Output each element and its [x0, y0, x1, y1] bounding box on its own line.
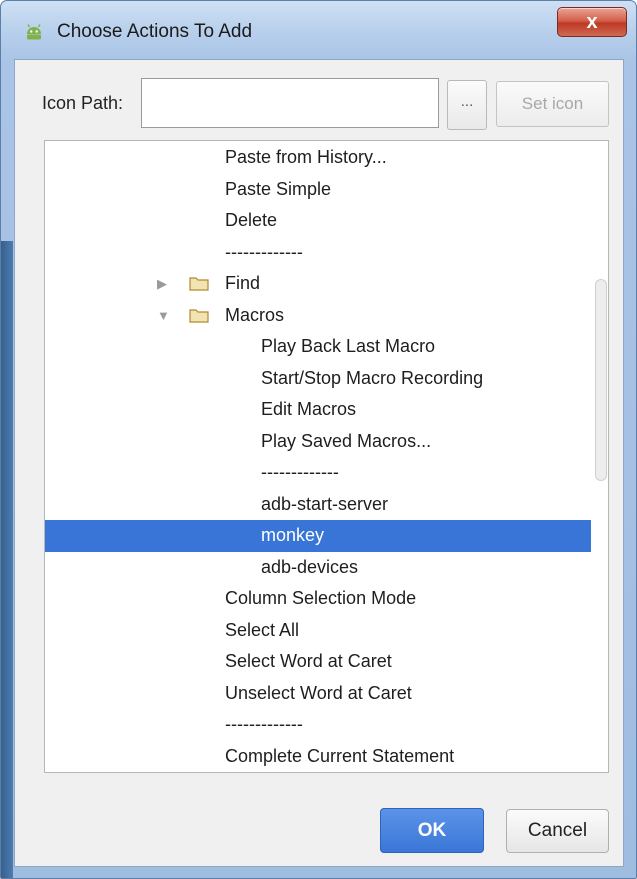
- cancel-button[interactable]: Cancel: [506, 809, 609, 853]
- tree-action-row[interactable]: Play Saved Macros...: [45, 426, 591, 458]
- tree-row-label: Play Back Last Macro: [261, 336, 436, 356]
- tree-row-label: Paste from History...: [225, 147, 387, 167]
- tree-row-label: Complete Current Statement: [225, 745, 455, 766]
- window-title: Choose Actions To Add: [57, 21, 253, 42]
- tree-action-row[interactable]: Paste from History...: [45, 142, 591, 174]
- tree-action-row[interactable]: Start/Stop Macro Recording: [45, 363, 591, 395]
- tree-folder-row[interactable]: ▶ Find: [45, 268, 591, 300]
- set-icon-button[interactable]: Set icon: [496, 81, 609, 127]
- ok-button[interactable]: OK: [380, 808, 484, 853]
- folder-icon: [189, 308, 209, 323]
- tree-folder-row[interactable]: ▼ Macros: [45, 300, 591, 332]
- tree-row-label: monkey: [261, 525, 325, 545]
- tree-action-row[interactable]: -------------: [45, 709, 591, 741]
- tree-row-label: adb-devices: [261, 556, 359, 577]
- android-robot-icon: [27, 24, 41, 40]
- tree-action-row[interactable]: Select Word at Caret: [45, 646, 591, 678]
- tree-action-row[interactable]: -------------: [45, 457, 591, 489]
- tree-row-label: adb-start-server: [261, 493, 389, 514]
- tree-action-row[interactable]: adb-start-server: [45, 489, 591, 521]
- tree-action-row[interactable]: Play Back Last Macro: [45, 331, 591, 363]
- scrollbar-thumb[interactable]: [595, 279, 607, 481]
- tree-action-row[interactable]: Paste Simple: [45, 174, 591, 206]
- tree-row-label: Unselect Word at Caret: [225, 682, 412, 703]
- tree-row-label: Select All: [225, 619, 300, 640]
- browse-button[interactable]: ...: [447, 80, 487, 130]
- tree-action-row[interactable]: Unselect Word at Caret: [45, 678, 591, 710]
- icon-path-label: Icon Path:: [42, 93, 124, 113]
- tree-action-row[interactable]: -------------: [45, 237, 591, 269]
- tree-row-label: Start/Stop Macro Recording: [261, 367, 484, 388]
- tree-row-label: Edit Macros: [261, 399, 357, 419]
- expand-arrow-icon[interactable]: ▼: [157, 300, 170, 331]
- tree-action-row[interactable]: adb-devices: [45, 552, 591, 584]
- tree-row-label: Find: [225, 273, 261, 293]
- collapse-arrow-icon[interactable]: ▶: [157, 268, 167, 299]
- tree-row-label: Delete: [225, 210, 278, 230]
- tree-row-label: -------------: [225, 241, 303, 262]
- close-icon: x: [586, 10, 598, 33]
- tree-row-label: -------------: [261, 462, 339, 482]
- tree-action-row[interactable]: Column Selection Mode: [45, 583, 591, 615]
- tree-action-row[interactable]: Complete Current Statement: [45, 741, 591, 773]
- tree-row-label: Paste Simple: [225, 178, 332, 199]
- tree-row-label: Play Saved Macros...: [261, 430, 432, 451]
- tree-row-label: Column Selection Mode: [225, 588, 417, 608]
- tree-row-label: Select Word at Caret: [225, 651, 392, 671]
- tree-action-row[interactable]: Edit Macros: [45, 394, 591, 426]
- close-button[interactable]: x: [557, 7, 627, 37]
- folder-icon: [189, 277, 209, 291]
- dialog-window: Choose Actions To Add x Icon Path: ... S…: [0, 0, 637, 879]
- icon-path-input[interactable]: [141, 78, 439, 128]
- actions-tree[interactable]: Paste from History... Paste Simple Delete -…: [44, 140, 609, 773]
- tree-action-row[interactable]: monkey: [45, 520, 591, 552]
- dialog-content: Icon Path: ... Set icon Paste from Histo…: [14, 59, 624, 867]
- title-bar[interactable]: Choose Actions To Add x: [1, 1, 636, 59]
- tree-row-label: -------------: [225, 714, 303, 734]
- tree-action-row[interactable]: Delete: [45, 205, 591, 237]
- tree-action-row[interactable]: Select All: [45, 615, 591, 647]
- tree-row-label: Macros: [225, 304, 285, 325]
